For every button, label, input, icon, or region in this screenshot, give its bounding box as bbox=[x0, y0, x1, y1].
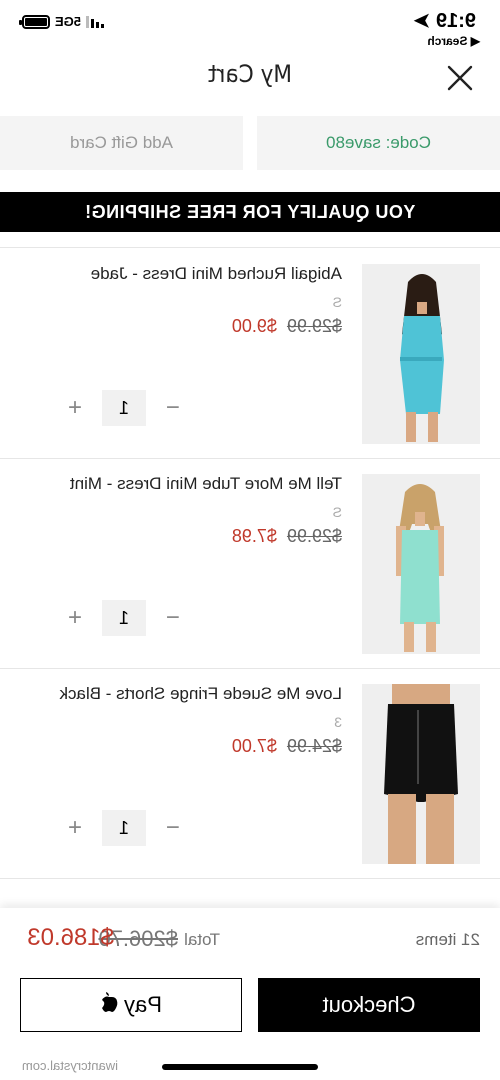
free-shipping-banner: YOU QUALIFY FOR FREE SHIPPING! bbox=[0, 192, 500, 232]
back-to-search-link[interactable]: ◀ Search bbox=[427, 34, 480, 48]
signal-icon bbox=[86, 15, 105, 28]
sale-price: $9.00 bbox=[231, 316, 277, 336]
status-time: 9:19 ➤ bbox=[413, 10, 476, 32]
quantity-stepper: − 1 + bbox=[58, 810, 190, 846]
item-size: 3 bbox=[334, 714, 342, 730]
original-price: $24.99 bbox=[286, 736, 342, 756]
item-name[interactable]: Love Me Suede Fringe Shorts - Black bbox=[59, 684, 342, 704]
increase-quantity-button[interactable]: + bbox=[58, 601, 92, 635]
home-indicator bbox=[162, 1064, 318, 1070]
price-row: $29.99 $7.98 bbox=[232, 526, 342, 547]
total-label: Total bbox=[184, 930, 220, 949]
status-indicators: 5GE bbox=[22, 14, 105, 29]
increase-quantity-button[interactable]: + bbox=[58, 391, 92, 425]
add-gift-card-button[interactable]: Add Gift Card bbox=[0, 116, 243, 170]
item-size: S bbox=[332, 504, 342, 520]
original-price: $29.99 bbox=[286, 526, 342, 546]
item-size: S bbox=[332, 294, 342, 310]
pay-label: Pay bbox=[124, 992, 162, 1017]
cart-footer: 21 items Total $206.70 $186.03 Checkout … bbox=[0, 908, 500, 1080]
promo-row: Code: save80 Add Gift Card bbox=[0, 116, 500, 170]
promo-code-button[interactable]: Code: save80 bbox=[257, 116, 500, 170]
sale-price: $7.98 bbox=[231, 526, 277, 546]
quantity-stepper: − 1 + bbox=[58, 600, 190, 636]
location-arrow-icon: ➤ bbox=[413, 10, 431, 32]
apple-icon bbox=[100, 992, 118, 1018]
divider bbox=[0, 878, 500, 879]
decrease-quantity-button[interactable]: − bbox=[156, 391, 190, 425]
quantity-value[interactable]: 1 bbox=[102, 600, 146, 636]
item-name[interactable]: Abigail Ruched Mini Dress - Jade bbox=[91, 264, 342, 284]
product-image[interactable] bbox=[362, 264, 480, 444]
apple-pay-button[interactable]: Pay bbox=[20, 978, 242, 1032]
decrease-quantity-button[interactable]: − bbox=[156, 601, 190, 635]
checkout-button[interactable]: Checkout bbox=[258, 978, 480, 1032]
quantity-value[interactable]: 1 bbox=[102, 390, 146, 426]
battery-icon bbox=[22, 14, 50, 29]
cart-item: Tell Me More Tube Mini Dress - Mint S $2… bbox=[0, 458, 500, 668]
items-count: 21 items bbox=[415, 930, 480, 949]
product-image[interactable] bbox=[362, 684, 480, 864]
cart-screen: 9:19 ➤ ◀ Search 5GE My Cart Code: save80… bbox=[0, 0, 500, 1080]
close-icon[interactable] bbox=[442, 60, 478, 96]
cart-item: Abigail Ruched Mini Dress - Jade S $29.9… bbox=[0, 248, 500, 458]
item-name[interactable]: Tell Me More Tube Mini Dress - Mint bbox=[70, 474, 342, 494]
cart-item: Love Me Suede Fringe Shorts - Black 3 $2… bbox=[0, 668, 500, 878]
network-label: 5GE bbox=[55, 14, 82, 29]
watermark: iwantcrystal.com bbox=[21, 1058, 118, 1073]
quantity-value[interactable]: 1 bbox=[102, 810, 146, 846]
original-price: $29.99 bbox=[286, 316, 342, 336]
quantity-stepper: − 1 + bbox=[58, 390, 190, 426]
increase-quantity-button[interactable]: + bbox=[58, 811, 92, 845]
total-sale-price: $186.03 bbox=[27, 924, 114, 951]
product-image[interactable] bbox=[362, 474, 480, 654]
decrease-quantity-button[interactable]: − bbox=[156, 811, 190, 845]
sale-price: $7.00 bbox=[231, 736, 277, 756]
price-row: $29.99 $9.00 bbox=[232, 316, 342, 337]
price-row: $24.99 $7.00 bbox=[232, 736, 342, 757]
page-title: My Cart bbox=[208, 60, 292, 88]
